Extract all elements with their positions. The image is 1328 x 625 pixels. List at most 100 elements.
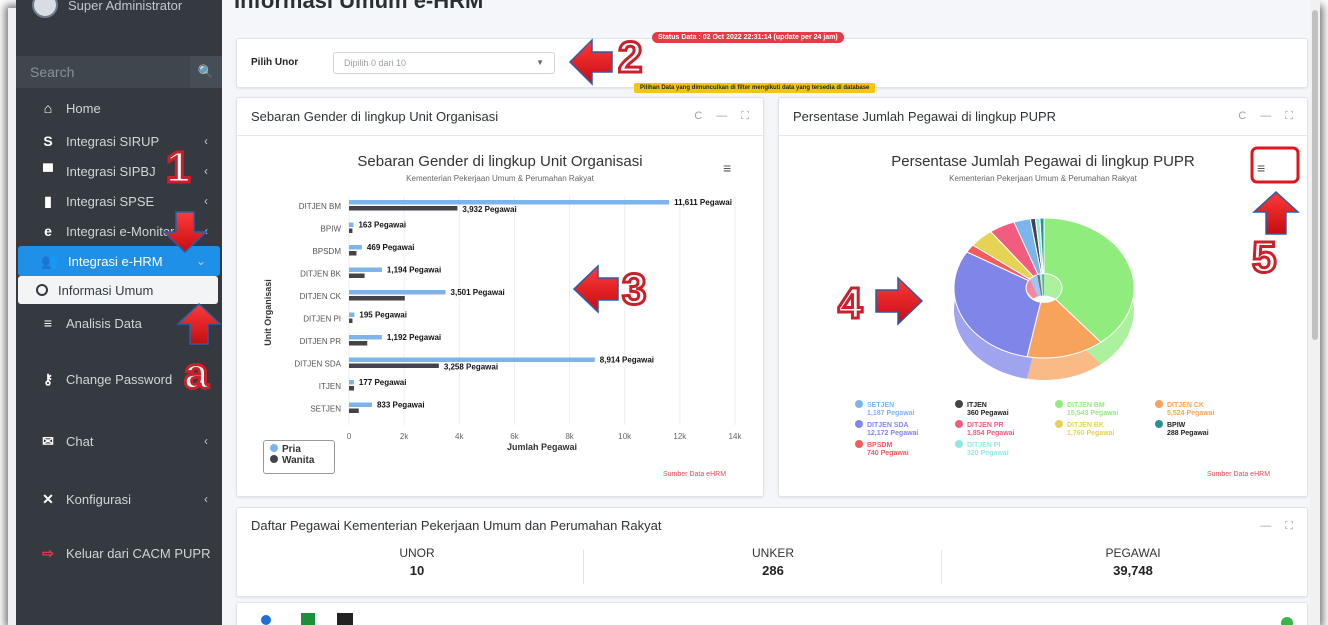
sidebar-item-label: Keluar dari CACM PUPR <box>66 545 211 561</box>
legend-item[interactable]: BPSDM 740 Pegawai <box>855 440 965 458</box>
legend-item[interactable]: SETJEN 1,187 Pegawai <box>855 400 965 418</box>
legend-item[interactable]: DITJEN SDA 12,172 Pegawai <box>855 420 965 438</box>
legend-value: 288 Pegawai <box>1167 430 1209 437</box>
bar-pria <box>349 267 382 272</box>
legend-item[interactable]: ITJEN 360 Pegawai <box>955 400 1065 418</box>
scrollbar-thumb[interactable] <box>1312 10 1318 340</box>
screen: Super Administrator Search 🔍 ⌂ Home S Integ… <box>0 0 1328 625</box>
annotation-number-1: 1 <box>164 143 192 192</box>
legend-item[interactable]: DITJEN BK 1,760 Pegawai <box>1055 420 1165 438</box>
legend-item-wanita[interactable]: Wanita <box>270 455 328 466</box>
excel-icon[interactable] <box>301 613 315 625</box>
sidebar-item-konfigurasi[interactable]: ✕ Konfigurasi ‹ <box>16 484 222 514</box>
legend-item[interactable]: DITJEN CK 5,524 Pegawai <box>1155 400 1265 418</box>
chart-source: Sumber Data eHRM <box>663 471 727 478</box>
sidebar-item-keluar-dari-cacm-pupr[interactable]: ⇨ Keluar dari CACM PUPR <box>16 538 222 568</box>
home-icon: ⌂ <box>43 100 53 116</box>
legend-label: DITJEN CK <box>1167 402 1204 409</box>
x-tick-label: 14k <box>729 432 743 441</box>
sidebar-item-integrasi-spse[interactable]: ▮ Integrasi SPSE ‹ <box>16 186 222 216</box>
user-panel[interactable]: Super Administrator <box>32 0 182 18</box>
expand-icon[interactable]: ⛶ <box>1285 520 1293 533</box>
edge-icon: e <box>44 223 52 239</box>
expand-icon[interactable]: ⛶ <box>741 110 749 123</box>
legend-item[interactable]: BPIW 288 Pegawai <box>1155 420 1265 438</box>
data-label: 163 Pegawai <box>358 221 406 230</box>
legend-value: 12,172 Pegawai <box>867 430 919 437</box>
sidebar-item-label: Integrasi SIRUP <box>66 133 160 149</box>
bar-wanita <box>349 341 368 346</box>
minimize-icon[interactable]: — <box>716 110 727 123</box>
summary-card-header: Daftar Pegawai Kementerian Pekerjaan Umu… <box>237 508 1307 542</box>
y-tick-label: DITJEN BM <box>299 202 342 211</box>
user-name: Super Administrator <box>68 0 183 13</box>
legend-value: 1,854 Pegawai <box>967 430 1015 437</box>
legend-label: BPIW <box>1167 422 1186 429</box>
legend-label: ITJEN <box>967 402 987 409</box>
gender-chart-card: Sebaran Gender di lingkup Unit Organisas… <box>236 97 764 497</box>
bar-pria <box>349 357 595 362</box>
legend-item[interactable]: DITJEN PR 1,854 Pegawai <box>955 420 1065 438</box>
menu-icon[interactable]: ≡ <box>723 160 731 176</box>
legend-swatch <box>270 455 278 463</box>
bar-wanita <box>349 408 359 413</box>
unor-select[interactable]: Dipilih 0 dari 10 ▼ <box>333 52 555 74</box>
y-tick-label: DITJEN CK <box>300 292 342 301</box>
sidebar-item-integrasi-e-monitor[interactable]: e Integrasi e-Monitor ‹ <box>16 216 222 246</box>
card-tools: — ⛶ <box>1260 520 1293 533</box>
x-tick-label: 6k <box>510 432 519 441</box>
print-icon[interactable] <box>261 615 271 625</box>
minimize-icon[interactable]: — <box>1260 520 1271 533</box>
menu-icon[interactable]: ≡ <box>1257 160 1265 176</box>
chevron-left-icon: ‹ <box>204 224 208 238</box>
legend-label: DITJEN PR <box>967 422 1004 429</box>
search-input[interactable]: Search <box>16 64 190 80</box>
y-tick-label: DITJEN BK <box>300 270 342 279</box>
legend-swatch <box>855 420 863 428</box>
minimize-icon[interactable]: — <box>1260 110 1271 123</box>
pdf-icon[interactable] <box>337 613 353 625</box>
sidebar-item-chat[interactable]: ✉ Chat ‹ <box>16 426 222 456</box>
bar-wanita <box>349 228 353 233</box>
data-label: 1,194 Pegawai <box>387 266 441 275</box>
sidebar-item-home[interactable]: ⌂ Home <box>16 93 222 123</box>
sidebar-item-informasi-umum[interactable]: Informasi Umum <box>18 276 218 304</box>
refresh-icon[interactable]: C <box>1238 110 1246 123</box>
legend-value: 5,524 Pegawai <box>1167 410 1215 417</box>
y-tick-label: SETJEN <box>310 405 341 414</box>
stat-unker: UNKER 286 <box>623 546 923 578</box>
card-tools: C — ⛶ <box>1238 110 1293 123</box>
sidebar-item-integrasi-e-hrm[interactable]: 👥 Integrasi e-HRM ⌄ <box>18 246 220 276</box>
chevron-left-icon: ‹ <box>204 434 208 448</box>
chevron-left-icon: ‹ <box>204 194 208 208</box>
legend-label: Pria <box>282 444 301 455</box>
stat-key: UNKER <box>751 546 794 560</box>
tools-icon: ✕ <box>42 490 54 507</box>
expand-icon[interactable]: ⛶ <box>1285 110 1293 123</box>
refresh-icon[interactable]: C <box>694 110 702 123</box>
summary-card: Daftar Pegawai Kementerian Pekerjaan Umu… <box>236 507 1308 597</box>
scrollbar[interactable] <box>1310 0 1320 625</box>
legend-item[interactable]: DITJEN PI 320 Pegawai <box>955 440 1065 458</box>
percent-card-title: Persentase Jumlah Pegawai di lingkup PUP… <box>793 109 1057 124</box>
data-label: 469 Pegawai <box>367 243 415 252</box>
filter-note-badge: Pilihan Data yang dimunculkan di filter … <box>634 83 876 93</box>
sidebar-item-label: Home <box>66 100 101 116</box>
bar-wanita <box>349 251 357 256</box>
x-axis-label: Jumlah Pegawai <box>507 442 577 452</box>
unor-label: Pilih Unor <box>251 57 299 68</box>
legend-swatch <box>855 400 863 408</box>
legend-swatch <box>955 400 963 408</box>
legend-swatch <box>270 444 278 452</box>
sidebar-item-integrasi-sirup[interactable]: S Integrasi SIRUP ‹ <box>16 126 222 156</box>
search-button[interactable]: 🔍 <box>190 56 222 88</box>
chart-source: Sumber Data eHRM <box>1207 471 1271 478</box>
chevron-left-icon: ‹ <box>204 492 208 506</box>
bar-chart-subtitle: Kementerian Pekerjaan Umum & Perumahan R… <box>406 174 594 183</box>
chevron-down-icon: ⌄ <box>195 254 206 268</box>
bar-pria <box>349 222 354 227</box>
legend-item[interactable]: DITJEN BM 15,543 Pegawai <box>1055 400 1165 418</box>
legend-item-pria[interactable]: Pria <box>270 444 328 455</box>
sidebar-item-analisis-data[interactable]: ≡ Analisis Data <box>16 308 222 338</box>
sidebar-item-integrasi-sipbj[interactable]: ▀ Integrasi SIPBJ ‹ <box>16 156 222 186</box>
